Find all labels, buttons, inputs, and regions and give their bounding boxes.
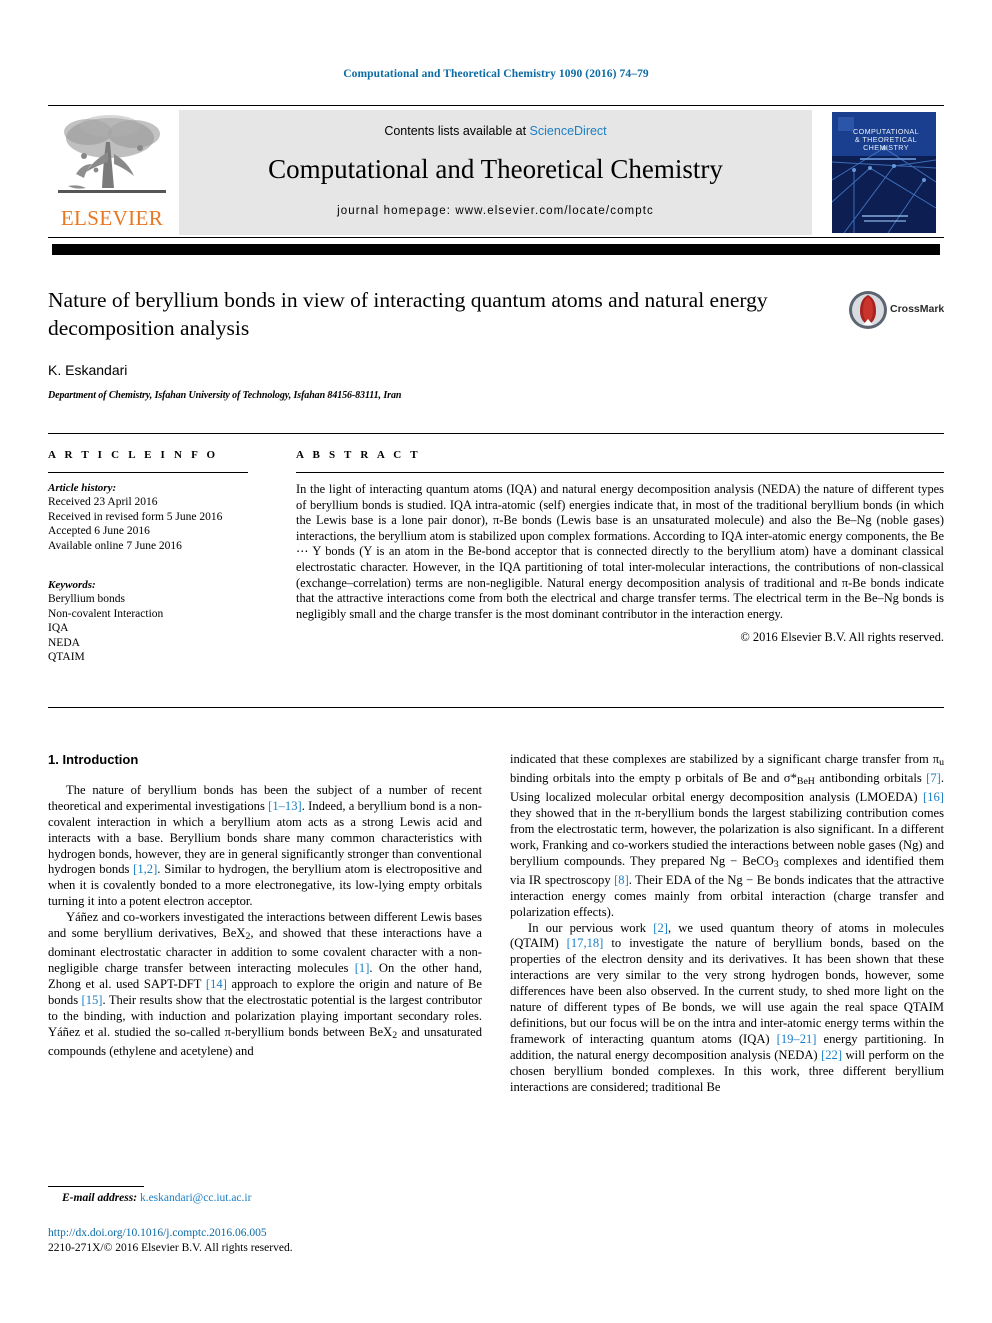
history-revised: Received in revised form 5 June 2016 (48, 510, 223, 523)
contents-available-line: Contents lists available at ScienceDirec… (179, 124, 812, 138)
keywords-block: Keywords: Beryllium bonds Non-covalent I… (48, 579, 248, 665)
elsevier-tree-icon (58, 115, 166, 193)
citation-ref[interactable]: [19–21] (777, 1032, 817, 1046)
running-head: Computational and Theoretical Chemistry … (343, 68, 649, 80)
abstract-text: In the light of interacting quantum atom… (296, 482, 944, 621)
info-divider (48, 472, 248, 473)
para-text: indicated that these complexes are stabi… (510, 752, 940, 766)
author-list: K. Eskandari (48, 362, 128, 378)
article-info-heading: A R T I C L E I N F O (48, 449, 219, 461)
title-block: Nature of beryllium bonds in view of int… (48, 286, 838, 401)
footer-doi-block: http://dx.doi.org/10.1016/j.comptc.2016.… (48, 1226, 293, 1255)
footnote-email: E-mail address: k.eskandari@cc.iut.ac.ir (62, 1192, 251, 1204)
section-heading-introduction: 1. Introduction (48, 752, 139, 767)
journal-header: ELSEVIER Contents lists available at Sci… (48, 110, 944, 235)
crossmark-badge[interactable]: CrossMark (848, 290, 944, 336)
article-info-column: A R T I C L E I N F O Article history: R… (48, 449, 248, 665)
header-bottom-rule (48, 237, 944, 238)
doi-link[interactable]: http://dx.doi.org/10.1016/j.comptc.2016.… (48, 1226, 293, 1241)
history-accepted: Accepted 6 June 2016 (48, 525, 150, 537)
citation-ref[interactable]: [7] (926, 771, 941, 785)
elsevier-logo[interactable]: ELSEVIER (48, 110, 176, 235)
citation-ref[interactable]: [14] (206, 977, 227, 991)
info-bottom-rule (48, 707, 944, 708)
article-history-label: Article history: (48, 482, 117, 494)
keywords-label: Keywords: (48, 579, 96, 591)
crossmark-label: CrossMark (890, 303, 945, 315)
elsevier-wordmark: ELSEVIER (60, 206, 164, 230)
journal-cover-thumbnail[interactable]: COMPUTATIONAL & THEORETICAL CHEMISTRY (824, 110, 944, 235)
journal-panel: Contents lists available at ScienceDirec… (179, 110, 812, 235)
paper-page: Computational and Theoretical Chemistry … (0, 0, 992, 1323)
history-received: Received 23 April 2016 (48, 496, 158, 508)
history-online: Available online 7 June 2016 (48, 539, 182, 552)
cover-art-icon: COMPUTATIONAL & THEORETICAL CHEMISTRY (831, 112, 937, 234)
para-text: In our pervious work (528, 920, 654, 935)
info-top-rule (48, 433, 944, 434)
citation-ref[interactable]: [8] (614, 873, 629, 887)
abstract-divider (296, 472, 944, 473)
body-column-left: 1. Introduction The nature of beryllium … (48, 752, 482, 1060)
paragraph: indicated that these complexes are stabi… (510, 752, 944, 921)
body-column-right: indicated that these complexes are stabi… (510, 752, 944, 1096)
crossmark-icon (849, 291, 887, 329)
keyword-item: Non-covalent Interaction (48, 607, 164, 620)
paragraph: In our pervious work [2], we used quantu… (510, 921, 944, 1096)
abstract-heading: A B S T R A C T (296, 449, 421, 461)
citation-ref[interactable]: [17,18] (567, 936, 604, 950)
keyword-item: Beryllium bonds (48, 593, 125, 605)
header-thick-bar (52, 244, 940, 255)
citation-ref[interactable]: [1,2] (133, 862, 157, 876)
journal-title: Computational and Theoretical Chemistry (268, 154, 723, 184)
para-text: to investigate the nature of beryllium b… (510, 936, 944, 1046)
citation-ref[interactable]: [15] (82, 993, 103, 1007)
page-title: Nature of beryllium bonds in view of int… (48, 288, 768, 340)
keyword-item: QTAIM (48, 651, 85, 663)
footnote-rule (48, 1186, 144, 1187)
sciencedirect-link[interactable]: ScienceDirect (530, 124, 607, 138)
abstract-copyright: © 2016 Elsevier B.V. All rights reserved… (740, 630, 944, 645)
email-link[interactable]: k.eskandari@cc.iut.ac.ir (140, 1192, 252, 1204)
para-text: binding orbitals into the empty p orbita… (510, 771, 797, 786)
issn-copyright: 2210-271X/© 2016 Elsevier B.V. All right… (48, 1241, 293, 1254)
citation-ref[interactable]: [2] (653, 921, 668, 935)
citation-ref[interactable]: [16] (923, 790, 944, 804)
svg-text:CHEMISTRY: CHEMISTRY (863, 143, 909, 152)
header-top-rule (48, 105, 944, 106)
citation-ref[interactable]: [22] (821, 1048, 842, 1062)
footnote-label: E-mail address: (62, 1192, 138, 1204)
subscript: BeH (796, 776, 815, 788)
paragraph: The nature of beryllium bonds has been t… (48, 783, 482, 910)
journal-homepage[interactable]: journal homepage: www.elsevier.com/locat… (179, 205, 812, 217)
para-text: antibonding orbitals (814, 771, 927, 786)
citation-ref[interactable]: [1–13] (268, 799, 302, 813)
keyword-item: NEDA (48, 636, 80, 649)
citation-ref[interactable]: [1] (355, 961, 370, 975)
contents-prefix: Contents lists available at (384, 124, 530, 138)
subscript: u (939, 757, 944, 769)
paragraph: Yáñez and co-workers investigated the in… (48, 910, 482, 1059)
keyword-item: IQA (48, 622, 69, 634)
affiliation: Department of Chemistry, Isfahan Univers… (48, 390, 402, 401)
abstract-column: A B S T R A C T In the light of interact… (296, 449, 944, 645)
